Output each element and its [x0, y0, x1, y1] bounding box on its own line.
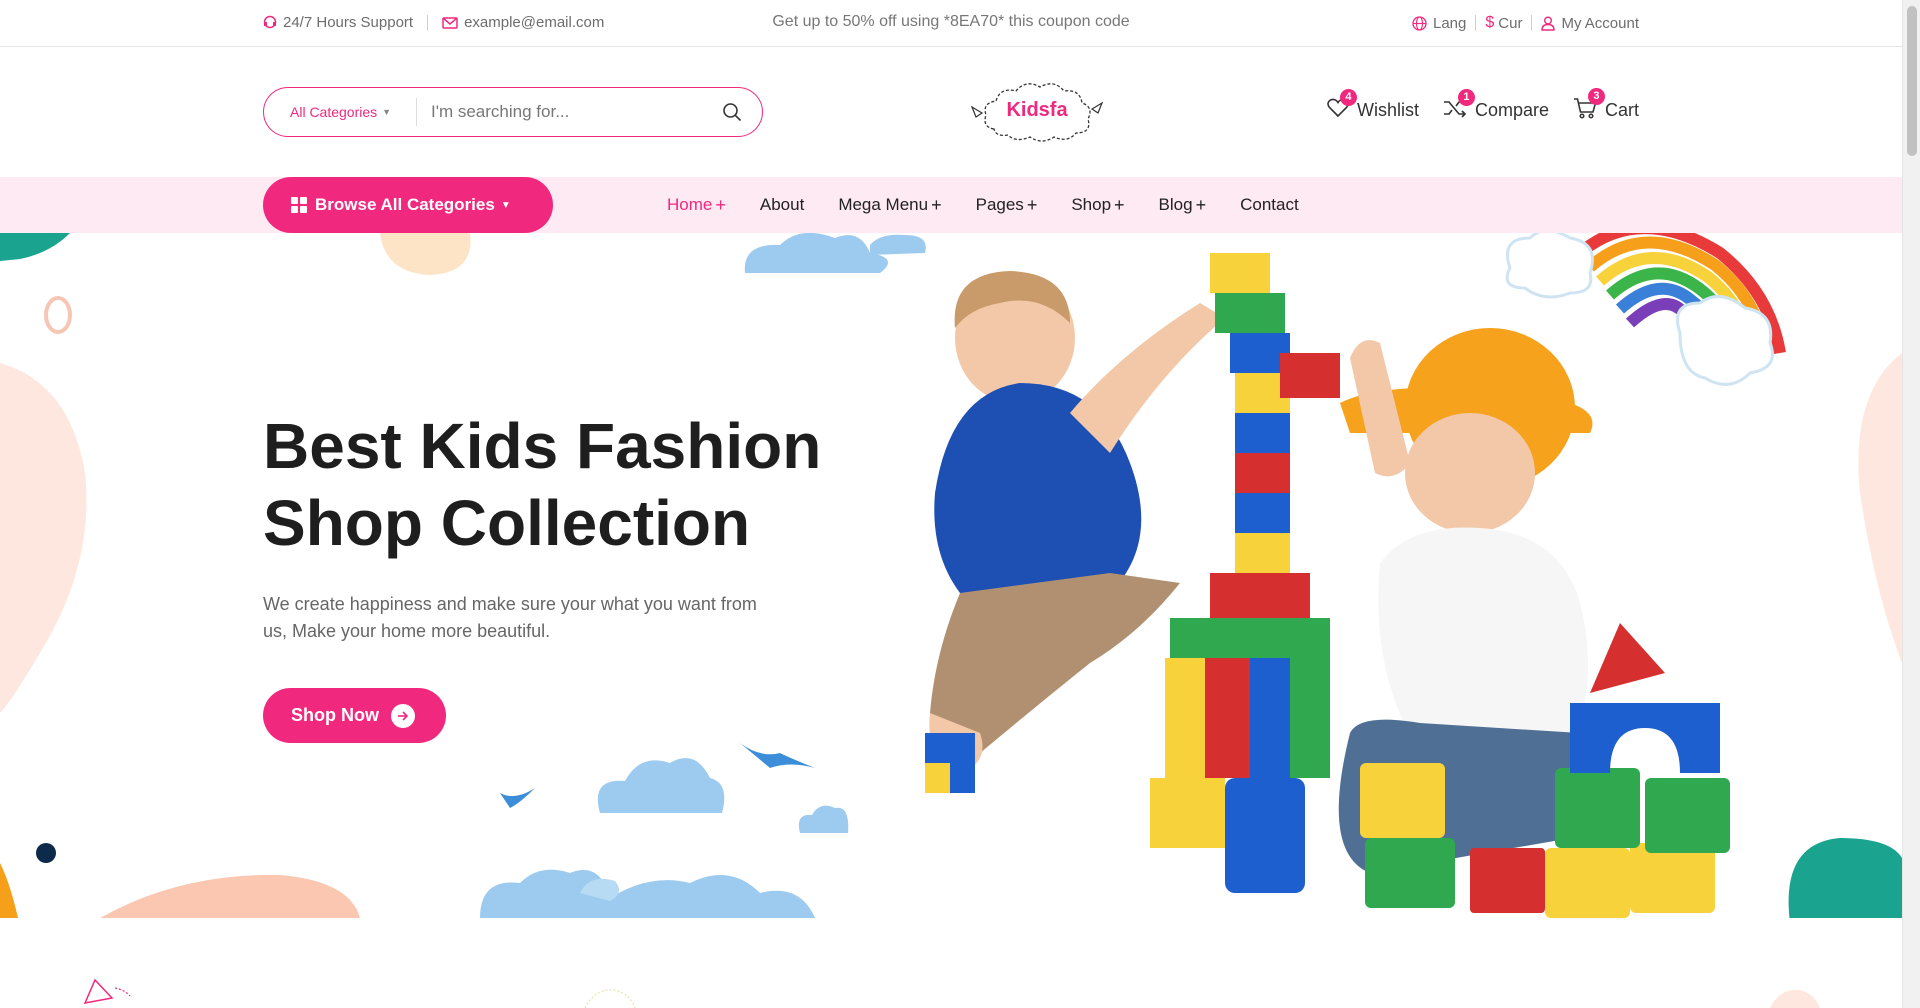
- top-bar: 24/7 Hours Support example@email.com Get…: [0, 0, 1902, 47]
- logo[interactable]: Kidsfa: [968, 75, 1106, 147]
- scrollbar-thumb[interactable]: [1907, 6, 1917, 156]
- nav-item-shop[interactable]: Shop +: [1071, 195, 1124, 216]
- compare-label: Compare: [1474, 100, 1549, 120]
- nav-item-home[interactable]: Home +: [667, 195, 726, 216]
- search-button[interactable]: [702, 102, 762, 122]
- main-nav: Browse All Categories ▼ Home + About Meg…: [0, 177, 1902, 233]
- hero-banner: Best Kids Fashion Shop Collection We cre…: [0, 233, 1902, 918]
- plus-icon: +: [1195, 194, 1207, 215]
- compare-link[interactable]: 1 Compare: [1443, 89, 1549, 123]
- divider: [1475, 15, 1477, 31]
- language-label: Lang: [1433, 14, 1467, 32]
- compare-count-badge: 1: [1457, 89, 1475, 106]
- cart-count-badge: 3: [1587, 88, 1605, 105]
- category-dropdown[interactable]: All Categories ▼: [264, 104, 416, 120]
- dollar-icon: $: [1485, 14, 1495, 31]
- grid-icon: [291, 197, 307, 213]
- nav-item-contact[interactable]: Contact: [1240, 195, 1299, 215]
- search-input[interactable]: [417, 92, 702, 132]
- nav-item-about[interactable]: About: [760, 195, 804, 215]
- nav-label: Contact: [1240, 195, 1299, 214]
- currency-label: Cur: [1498, 14, 1523, 32]
- header: All Categories ▼ Kidsfa 4: [0, 47, 1902, 177]
- account-link[interactable]: My Account: [1541, 15, 1639, 32]
- nav-label: Shop: [1071, 195, 1112, 214]
- plus-icon: +: [715, 194, 726, 215]
- nav-label: Blog: [1158, 195, 1193, 214]
- globe-icon: [1412, 15, 1427, 31]
- browse-label: Browse All Categories: [315, 195, 495, 214]
- heart-icon: 4: [1327, 89, 1357, 123]
- shuffle-icon: 1: [1443, 89, 1475, 123]
- shop-now-button[interactable]: Shop Now: [263, 688, 446, 743]
- chevron-down-icon: ▼: [500, 199, 511, 211]
- currency-selector[interactable]: $ Cur: [1485, 14, 1522, 32]
- wishlist-link[interactable]: 4 Wishlist: [1327, 89, 1419, 123]
- search-bar: All Categories ▼: [263, 87, 763, 137]
- nav-label: About: [759, 195, 805, 214]
- cart-link[interactable]: 3 Cart: [1573, 88, 1639, 124]
- wishlist-label: Wishlist: [1356, 100, 1419, 120]
- category-label: All Categories: [290, 104, 378, 120]
- plus-icon: +: [1026, 194, 1038, 215]
- hero-title-line1: Best Kids Fashion: [263, 410, 822, 482]
- decorative-shapes: [83, 978, 1820, 1008]
- chevron-down-icon: ▼: [382, 107, 392, 117]
- scrollbar[interactable]: [1902, 0, 1920, 1008]
- nav-label: Home: [667, 195, 713, 214]
- nav-item-pages[interactable]: Pages +: [976, 195, 1038, 216]
- cart-icon: 3: [1573, 88, 1605, 124]
- account-label: My Account: [1561, 14, 1639, 32]
- cart-label: Cart: [1604, 100, 1639, 120]
- nav-item-blog[interactable]: Blog +: [1159, 195, 1207, 216]
- plus-icon: +: [931, 194, 942, 215]
- hero-title: Best Kids Fashion Shop Collection: [263, 408, 883, 562]
- logo-text: Kidsfa: [1006, 99, 1068, 121]
- user-icon: [1541, 16, 1556, 31]
- arrow-right-icon: [391, 703, 415, 728]
- shop-now-label: Shop Now: [291, 705, 379, 725]
- nav-label: Pages: [975, 195, 1024, 214]
- hero-description: We create happiness and make sure your w…: [263, 594, 757, 641]
- nav-label: Mega Menu: [838, 195, 929, 214]
- search-icon: [723, 103, 742, 122]
- next-section: [0, 918, 1902, 1008]
- hero-title-line2: Shop Collection: [263, 487, 751, 559]
- divider: [1531, 15, 1533, 31]
- wishlist-count-badge: 4: [1339, 89, 1357, 106]
- plus-icon: +: [1114, 194, 1125, 215]
- hero-illustration: [0, 233, 1902, 918]
- page: 24/7 Hours Support example@email.com Get…: [0, 0, 1902, 1008]
- browse-categories-button[interactable]: Browse All Categories ▼: [263, 177, 553, 233]
- language-selector[interactable]: Lang: [1412, 15, 1466, 32]
- nav-item-mega-menu[interactable]: Mega Menu +: [838, 195, 941, 216]
